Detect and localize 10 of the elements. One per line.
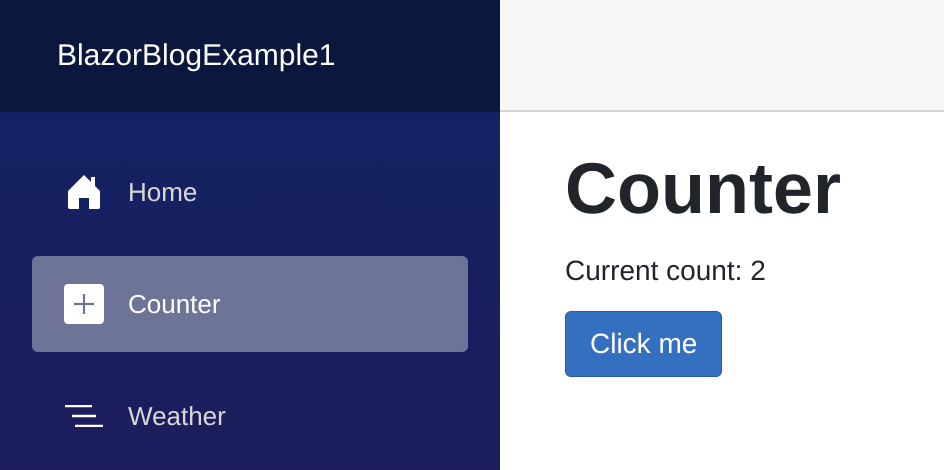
count-text: Current count: 2 [565,255,767,288]
list-icon [65,405,103,427]
nav-link[interactable]: Counter [32,256,468,352]
nav-link[interactable]: Weather [32,368,468,464]
home-icon [67,174,101,210]
plus-icon [64,284,104,324]
nav-link[interactable]: Home [32,144,468,240]
page-title: Counter [565,150,842,230]
brand-link[interactable]: BlazorBlogExample1 [57,39,336,73]
click-button[interactable]: Click me [565,311,722,378]
